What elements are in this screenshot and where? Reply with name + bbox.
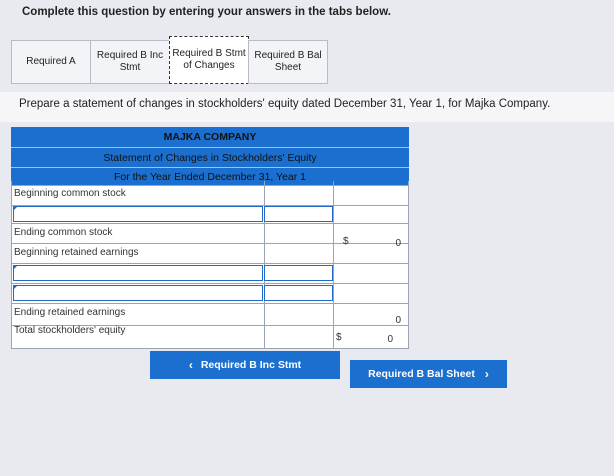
company-name: MAJKA COMPANY [11, 127, 409, 147]
total-stockholders-equity-value: 0 [387, 334, 393, 345]
tab-required-b-stmt-of-changes[interactable]: Required B Stmt of Changes [169, 36, 249, 84]
retained-earnings-amount-input-2[interactable] [264, 285, 333, 301]
tab-required-a[interactable]: Required A [11, 40, 91, 84]
grid-line [11, 263, 409, 264]
grid-line [11, 303, 409, 304]
ending-common-stock-value: 0 [395, 238, 401, 249]
instruction-text: Complete this question by entering your … [22, 6, 391, 18]
grid-line [11, 283, 409, 284]
dropdown-marker-icon [13, 285, 18, 290]
statement-worksheet: MAJKA COMPANY Statement of Changes in St… [11, 127, 409, 349]
ending-retained-earnings-value: 0 [395, 315, 401, 326]
tab-required-b-inc-stmt[interactable]: Required B Inc Stmt [90, 40, 170, 84]
currency-symbol: $ [343, 236, 349, 247]
grid-line [11, 181, 12, 349]
chevron-left-icon: ‹ [188, 358, 193, 372]
beginning-common-stock-label: Beginning common stock [14, 188, 126, 199]
ending-common-stock-label: Ending common stock [14, 227, 113, 238]
question-prompt: Prepare a statement of changes in stockh… [19, 98, 551, 110]
common-stock-item-input[interactable] [13, 206, 263, 222]
statement-period: For the Year Ended December 31, Year 1 [11, 167, 409, 186]
statement-title: Statement of Changes in Stockholders' Eq… [11, 147, 409, 168]
next-tab-label: Required B Bal Sheet [368, 368, 475, 380]
beginning-retained-earnings-label: Beginning retained earnings [14, 247, 139, 258]
prev-tab-label: Required B Inc Stmt [200, 359, 302, 371]
retained-earnings-item-input-1[interactable] [13, 265, 263, 281]
next-tab-button[interactable]: Required B Bal Sheet › [350, 360, 507, 388]
grid-line [408, 181, 409, 349]
grid-line [11, 223, 409, 224]
dropdown-marker-icon [13, 206, 18, 211]
currency-symbol: $ [336, 332, 342, 343]
grid-line [11, 185, 409, 186]
retained-earnings-amount-input-1[interactable] [264, 265, 333, 281]
grid-line [11, 348, 409, 349]
grid-line [333, 181, 334, 349]
retained-earnings-item-input-2[interactable] [13, 285, 263, 301]
ending-retained-earnings-label: Ending retained earnings [14, 307, 126, 318]
chevron-right-icon: › [484, 367, 489, 381]
total-stockholders-equity-label: Total stockholders' equity [14, 325, 126, 336]
tab-bar: Required A Required B Inc Stmt Required … [11, 36, 328, 88]
tab-required-b-bal-sheet[interactable]: Required B Bal Sheet [248, 40, 328, 84]
grid-line [11, 243, 409, 244]
dropdown-marker-icon [13, 265, 18, 270]
common-stock-amount-input[interactable] [264, 206, 333, 222]
prev-tab-button[interactable]: ‹ Required B Inc Stmt [150, 351, 340, 379]
